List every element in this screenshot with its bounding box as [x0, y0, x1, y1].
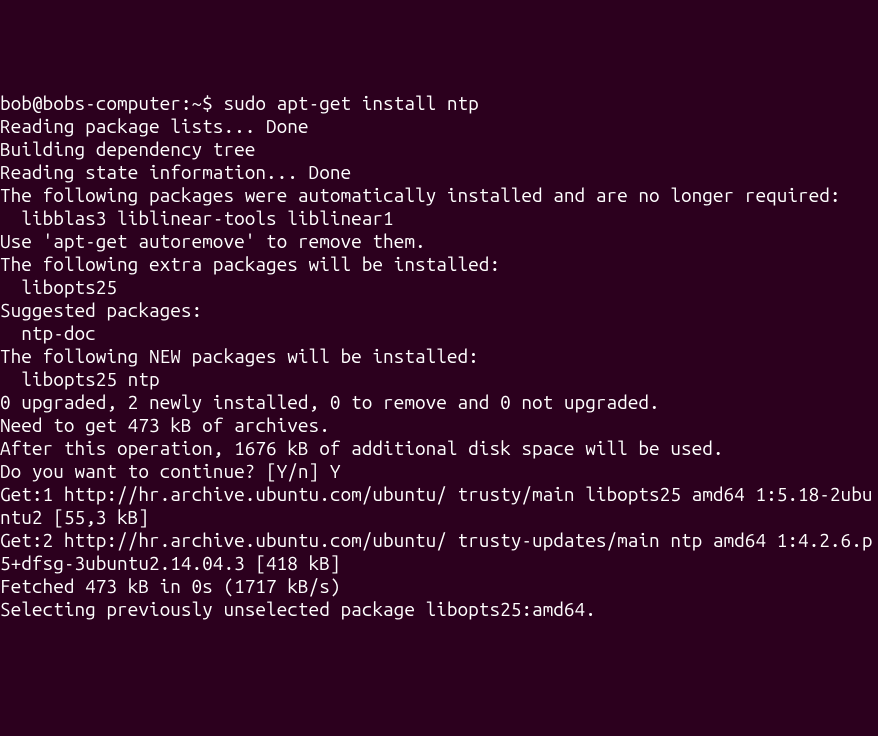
output-line: Get:2 http://hr.archive.ubuntu.com/ubunt…	[0, 529, 878, 575]
output-line: Reading state information... Done	[0, 161, 878, 184]
command-text: sudo apt-get install ntp	[223, 92, 478, 114]
output-line: Get:1 http://hr.archive.ubuntu.com/ubunt…	[0, 483, 878, 529]
output-line: The following packages were automaticall…	[0, 184, 878, 207]
terminal-window[interactable]: bob@bobs-computer:~$ sudo apt-get instal…	[0, 92, 878, 621]
output-line: libblas3 liblinear-tools liblinear1	[0, 207, 878, 230]
output-line: Building dependency tree	[0, 138, 878, 161]
shell-prompt: bob@bobs-computer:~$	[0, 92, 223, 114]
output-line: Use 'apt-get autoremove' to remove them.	[0, 230, 878, 253]
output-line: Selecting previously unselected package …	[0, 598, 878, 621]
output-line: Do you want to continue? [Y/n] Y	[0, 460, 878, 483]
output-line: libopts25 ntp	[0, 368, 878, 391]
output-line: 0 upgraded, 2 newly installed, 0 to remo…	[0, 391, 878, 414]
output-line: The following NEW packages will be insta…	[0, 345, 878, 368]
output-line: Fetched 473 kB in 0s (1717 kB/s)	[0, 575, 878, 598]
output-line: Suggested packages:	[0, 299, 878, 322]
output-line: Need to get 473 kB of archives.	[0, 414, 878, 437]
command-line: bob@bobs-computer:~$ sudo apt-get instal…	[0, 92, 878, 115]
output-line: After this operation, 1676 kB of additio…	[0, 437, 878, 460]
output-line: Reading package lists... Done	[0, 115, 878, 138]
output-line: The following extra packages will be ins…	[0, 253, 878, 276]
output-line: libopts25	[0, 276, 878, 299]
output-line: ntp-doc	[0, 322, 878, 345]
